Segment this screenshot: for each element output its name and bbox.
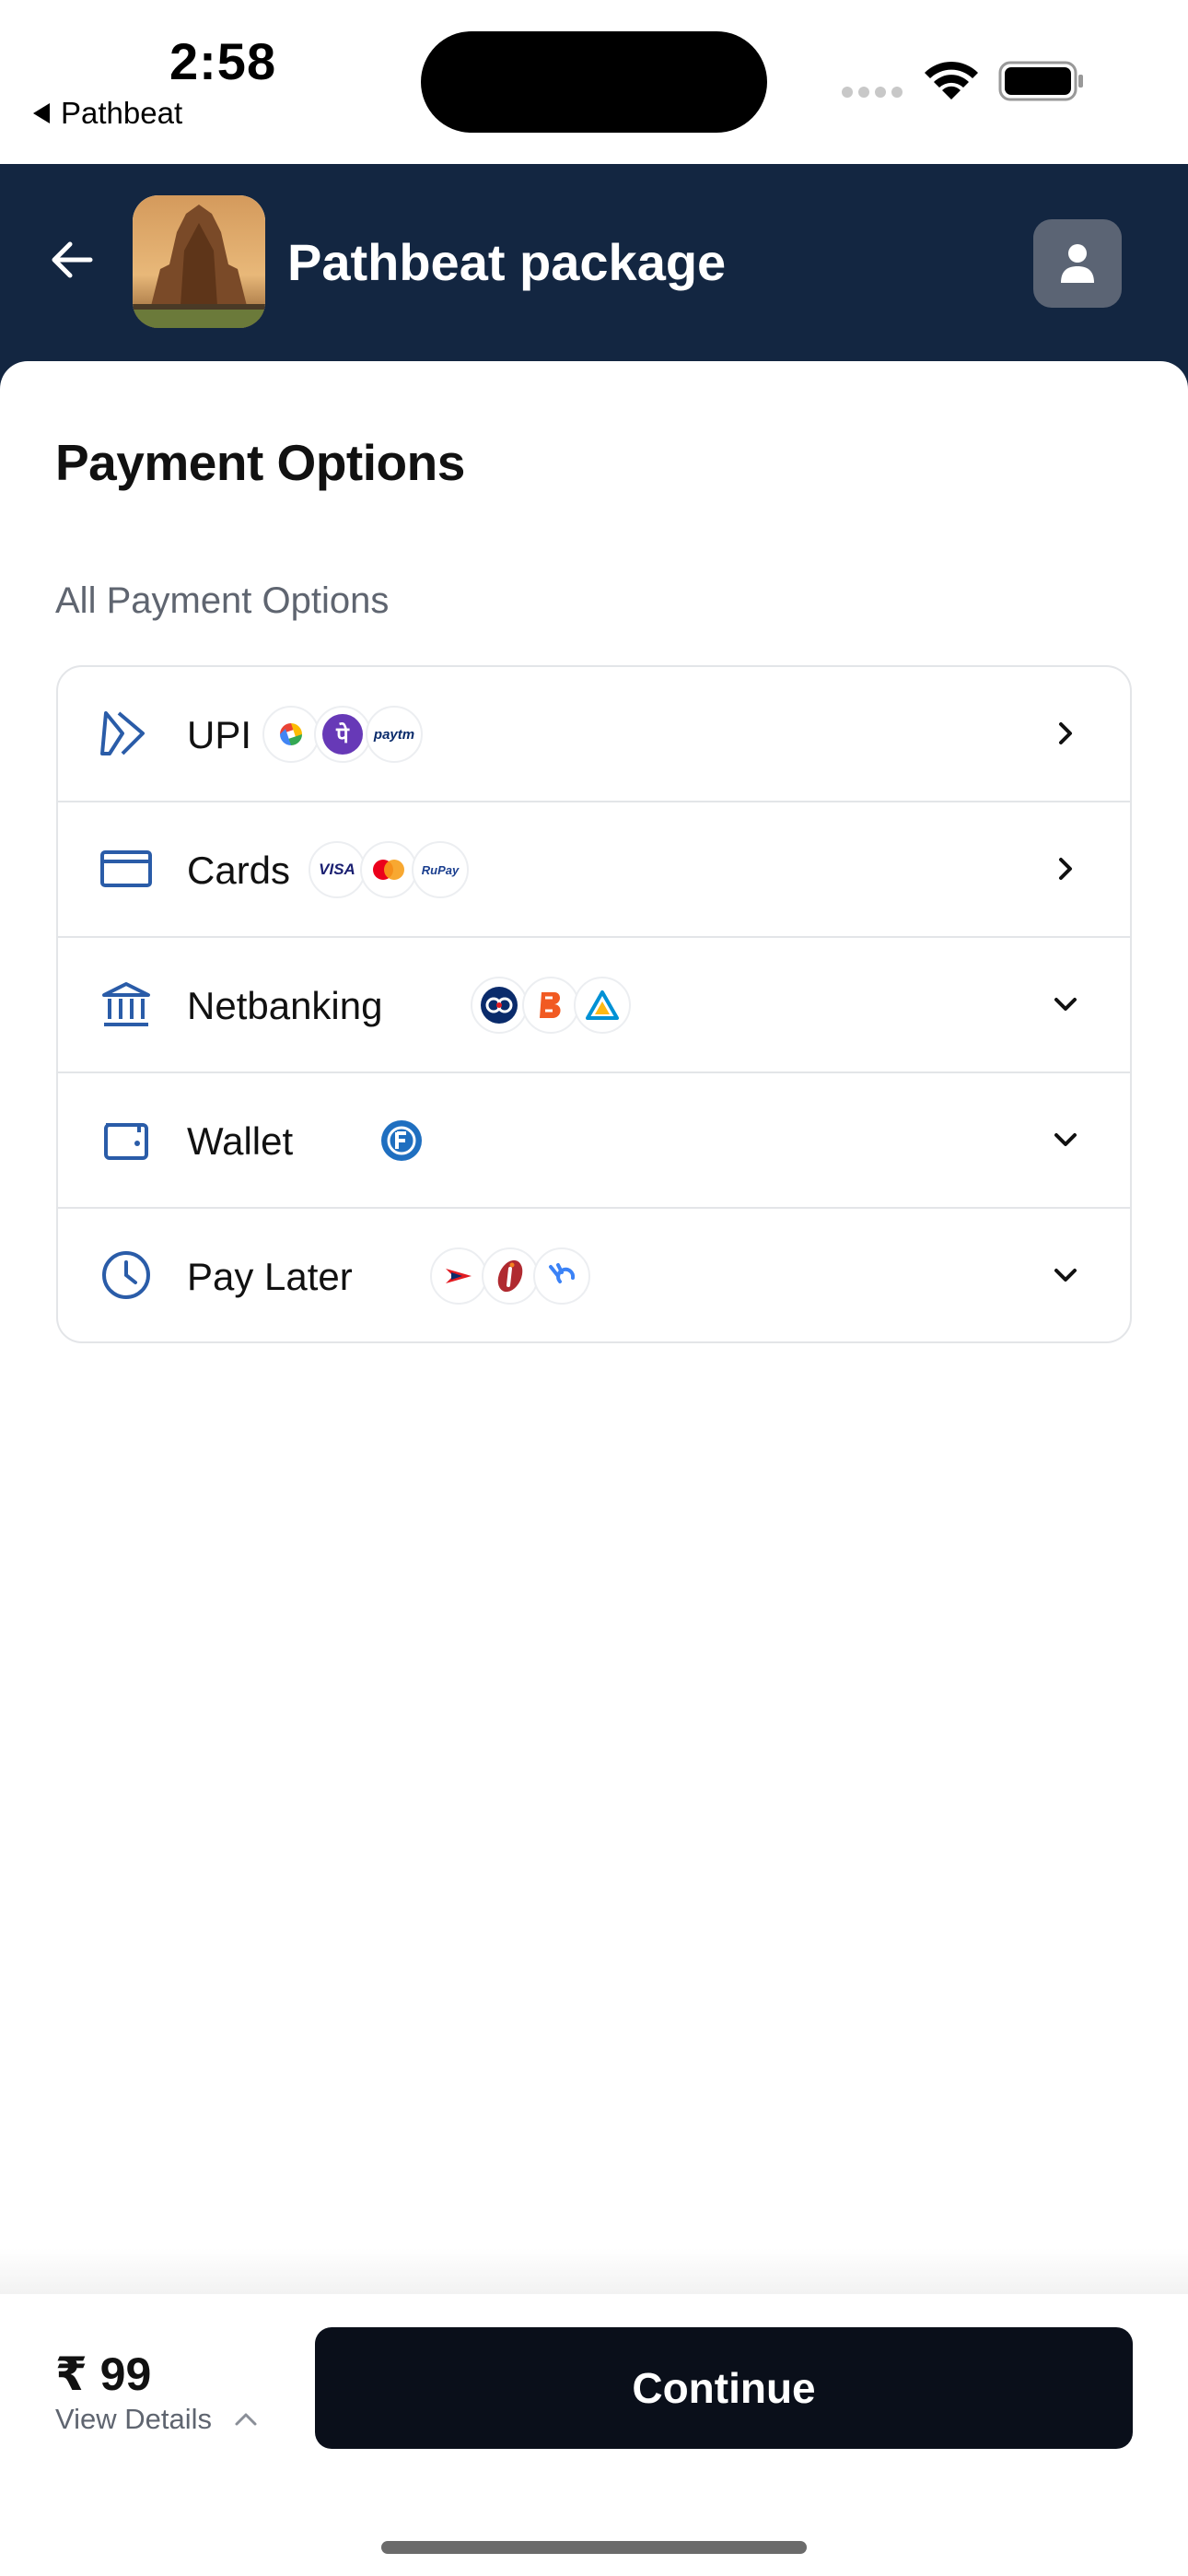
payment-option-pay-later[interactable]: Pay Later (58, 1209, 1130, 1341)
wallet-badges (373, 1112, 430, 1169)
paylater-logo (533, 1247, 590, 1305)
chevron-down-icon (1054, 1133, 1077, 1146)
wallet-icon (104, 1123, 148, 1160)
status-bar: 2:58 Pathbeat (0, 0, 1188, 164)
chevron-down-icon (1054, 998, 1077, 1011)
status-time: 2:58 (169, 32, 277, 90)
kotak-logo (471, 977, 528, 1034)
icici-logo (482, 1247, 539, 1305)
option-label: Netbanking (187, 984, 383, 1027)
phonepe-logo: पे (314, 706, 371, 763)
bottom-shadow (0, 2248, 1188, 2294)
header-title: Pathbeat package (287, 233, 727, 291)
bank-of-baroda-logo (522, 977, 579, 1034)
chevron-right-icon (1059, 858, 1072, 880)
total-price: ₹ 99 (55, 2348, 152, 2400)
checkout-footer: ₹ 99 View Details Continue (0, 2294, 1188, 2576)
cellular-signal-icon (842, 87, 903, 98)
view-details-toggle[interactable]: View Details (55, 2403, 258, 2436)
freecharge-logo (373, 1112, 430, 1169)
battery-icon (998, 61, 1083, 101)
card-network-badges: VISA RuPay (309, 841, 469, 898)
wifi-icon (925, 61, 978, 100)
payment-options-list: UPI पे paytm Cards VISA RuPay Netbanking… (56, 665, 1132, 1343)
back-to-app-link[interactable]: Pathbeat (33, 96, 182, 131)
view-details-label: View Details (55, 2403, 213, 2435)
upi-app-badges: पे paytm (262, 706, 423, 763)
back-app-label: Pathbeat (61, 96, 183, 130)
package-thumbnail (133, 195, 265, 328)
rupay-logo: RuPay (412, 841, 469, 898)
chevron-right-icon (1059, 722, 1072, 744)
clock-icon (102, 1251, 150, 1299)
dynamic-island (421, 31, 767, 133)
app-header: Pathbeat package (0, 164, 1188, 391)
back-triangle-icon (33, 103, 50, 123)
option-label: Wallet (187, 1119, 294, 1163)
option-label: Pay Later (187, 1255, 353, 1298)
pay-later-badges (430, 1247, 590, 1305)
page-title: Payment Options (55, 434, 465, 491)
section-label: All Payment Options (55, 580, 390, 621)
hdfc-logo (430, 1247, 487, 1305)
payment-option-cards[interactable]: Cards VISA RuPay (58, 802, 1130, 938)
mastercard-logo (360, 841, 417, 898)
visa-logo: VISA (309, 841, 366, 898)
content-sheet: Payment Options All Payment Options UPI (0, 361, 1188, 2296)
chevron-down-icon (1054, 1269, 1077, 1282)
chevron-up-icon (235, 2413, 257, 2426)
payment-option-netbanking[interactable]: Netbanking (58, 938, 1130, 1073)
option-label: Cards (187, 849, 291, 892)
paytm-logo: paytm (366, 706, 423, 763)
payment-option-wallet[interactable]: Wallet (58, 1073, 1130, 1209)
bank-icon (102, 982, 150, 1026)
user-icon (1061, 244, 1094, 283)
option-label: UPI (187, 713, 252, 756)
google-pay-logo (262, 706, 320, 763)
card-icon (100, 850, 152, 887)
payment-option-upi[interactable]: UPI पे paytm (58, 667, 1130, 802)
upi-icon (100, 711, 145, 755)
canara-bank-logo (574, 977, 631, 1034)
continue-button[interactable]: Continue (315, 2327, 1133, 2449)
bank-badges (471, 977, 631, 1034)
home-indicator (381, 2541, 807, 2554)
profile-button[interactable] (1033, 219, 1122, 308)
back-arrow-icon[interactable] (46, 234, 98, 286)
